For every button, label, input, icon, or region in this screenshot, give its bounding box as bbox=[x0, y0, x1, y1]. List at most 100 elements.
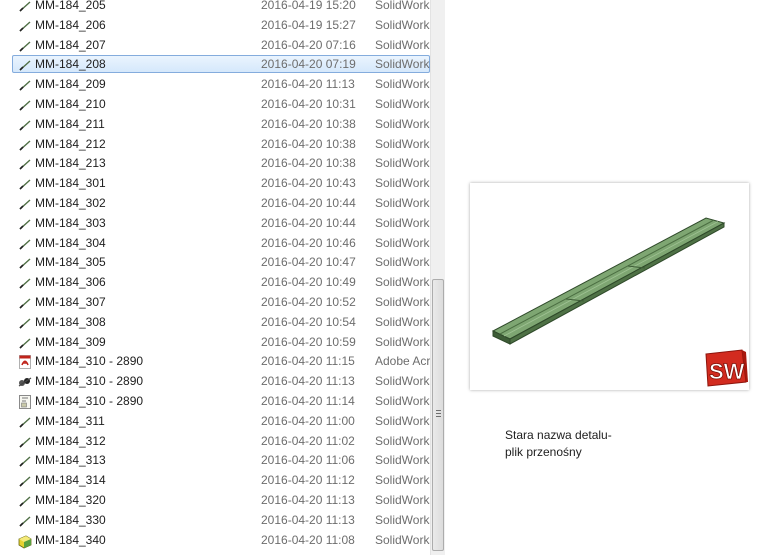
file-row[interactable]: MM-184_304 2016-04-20 10:46 SolidWorks bbox=[12, 234, 430, 252]
file-name: MM-184_206 bbox=[35, 17, 106, 32]
file-row[interactable]: MM-184_302 2016-04-20 10:44 SolidWorks bbox=[12, 194, 430, 212]
solidworks-part-icon bbox=[17, 513, 33, 529]
file-row[interactable]: MM-184_330 2016-04-20 11:13 SolidWorks bbox=[12, 511, 430, 529]
preview-pane: SW bbox=[470, 183, 749, 390]
file-type: SolidWorks bbox=[375, 453, 430, 468]
file-date-modified: 2016-04-20 07:19 bbox=[261, 57, 356, 72]
file-name: MM-184_310 - 2890 bbox=[35, 394, 144, 408]
solidworks-logo-icon: SW bbox=[705, 349, 748, 387]
file-type: SolidWorks bbox=[375, 0, 430, 12]
file-name: MM-184_311 bbox=[35, 413, 105, 428]
file-row[interactable]: MM-184_340 2016-04-20 11:08 SolidWorks bbox=[12, 531, 430, 549]
file-type: SolidWorks bbox=[375, 275, 430, 290]
file-row[interactable]: MM-184_301 2016-04-20 10:43 SolidWorks bbox=[12, 174, 430, 192]
file-list[interactable]: MM-184_205 2016-04-19 15:20 SolidWorks MM-1… bbox=[0, 0, 430, 555]
file-date-modified: 2016-04-20 11:13 bbox=[261, 374, 355, 389]
solidworks-part-icon bbox=[17, 196, 33, 212]
file-row[interactable]: MM-184_206 2016-04-19 15:27 SolidWorks bbox=[12, 16, 430, 34]
file-row[interactable]: MM-184_213 2016-04-20 10:38 SolidWorks bbox=[12, 154, 430, 172]
file-type: SolidWorks bbox=[375, 17, 430, 32]
file-name: MM-184_309 bbox=[35, 334, 106, 349]
file-name: MM-184_304 bbox=[35, 235, 106, 250]
file-date-modified: 2016-04-20 07:16 bbox=[261, 37, 356, 52]
solidworks-part-icon bbox=[17, 77, 33, 93]
preview-caption-line-1: Stara nazwa detalu- bbox=[505, 428, 612, 442]
file-row[interactable]: MM-184_313 2016-04-20 11:06 SolidWorks bbox=[12, 451, 430, 469]
file-row[interactable]: MM-184_207 2016-04-20 07:16 SolidWorks bbox=[12, 36, 430, 54]
file-row[interactable]: MM-184_312 2016-04-20 11:02 SolidWorks bbox=[12, 432, 430, 450]
file-row[interactable]: MM-184_208 2016-04-20 07:19 SolidWorks bbox=[12, 55, 430, 74]
file-row[interactable]: MM-184_211 2016-04-20 10:38 SolidWorks bbox=[12, 115, 430, 133]
solidworks-logo-text: SW bbox=[709, 359, 745, 384]
file-date-modified: 2016-04-20 11:08 bbox=[261, 532, 355, 547]
file-type: SolidWorks bbox=[375, 116, 430, 131]
file-row[interactable]: MM-184_306 2016-04-20 10:49 SolidWorks bbox=[12, 273, 430, 291]
file-date-modified: 2016-04-20 10:54 bbox=[261, 314, 356, 329]
file-type: SolidWorks bbox=[375, 433, 430, 448]
file-type: SolidWorks bbox=[375, 295, 430, 309]
file-row[interactable]: MM-184_309 2016-04-20 10:59 SolidWorks bbox=[12, 333, 430, 351]
file-date-modified: 2016-04-20 11:13 bbox=[261, 493, 355, 507]
part-preview-model bbox=[491, 217, 726, 345]
file-type: SolidWorks bbox=[375, 176, 430, 191]
solidworks-part-icon bbox=[17, 97, 33, 113]
file-name: MM-184_308 bbox=[35, 314, 106, 329]
file-row[interactable]: MM-184_310 - 2890 2016-04-20 11:14 SolidWo… bbox=[12, 392, 430, 410]
file-name: MM-184_211 bbox=[35, 116, 105, 131]
scrollbar-grip-icon bbox=[436, 410, 441, 418]
file-row[interactable]: MM-184_212 2016-04-20 10:38 SolidWorks bbox=[12, 135, 430, 153]
solidworks-part-icon bbox=[17, 453, 33, 469]
solidworks-part-icon bbox=[17, 236, 33, 252]
file-date-modified: 2016-04-19 15:20 bbox=[261, 0, 356, 12]
file-date-modified: 2016-04-20 10:49 bbox=[261, 275, 356, 290]
file-row[interactable]: MM-184_209 2016-04-20 11:13 SolidWorks bbox=[12, 75, 430, 93]
file-row[interactable]: MM-184_210 2016-04-20 10:31 SolidWorks bbox=[12, 95, 430, 113]
file-date-modified: 2016-04-20 10:38 bbox=[261, 156, 356, 171]
file-date-modified: 2016-04-20 10:52 bbox=[261, 295, 356, 309]
preview-caption: Stara nazwa detalu- plik przenośny bbox=[505, 427, 612, 461]
file-name: MM-184_312 bbox=[35, 433, 106, 448]
scrollbar-thumb[interactable] bbox=[432, 279, 444, 551]
file-name: MM-184_330 bbox=[35, 512, 106, 527]
file-date-modified: 2016-04-20 10:31 bbox=[261, 97, 356, 111]
file-row[interactable]: MM-184_314 2016-04-20 11:12 SolidWorks bbox=[12, 471, 430, 489]
solidworks-part-icon bbox=[17, 117, 33, 133]
file-row[interactable]: MM-184_305 2016-04-20 10:47 SolidWorks bbox=[12, 253, 430, 271]
file-row[interactable]: MM-184_311 2016-04-20 11:00 SolidWorks bbox=[12, 412, 430, 430]
solidworks-part-icon bbox=[17, 335, 33, 351]
solidworks-part-icon bbox=[17, 0, 33, 14]
file-type: SolidWorks bbox=[375, 493, 430, 507]
file-type: SolidWorks bbox=[375, 255, 430, 270]
vertical-scrollbar[interactable] bbox=[430, 0, 445, 555]
file-date-modified: 2016-04-20 10:43 bbox=[261, 176, 356, 191]
file-name: MM-184_306 bbox=[35, 275, 106, 290]
file-type: SolidWorks bbox=[375, 473, 430, 488]
file-name: MM-184_207 bbox=[35, 37, 106, 52]
file-type: SolidWorks bbox=[375, 97, 430, 111]
file-date-modified: 2016-04-20 11:12 bbox=[261, 473, 355, 488]
file-row[interactable]: MM-184_310 - 2890 2016-04-20 11:13 SolidWo… bbox=[12, 372, 430, 390]
file-row[interactable]: MM-184_308 2016-04-20 10:54 SolidWorks bbox=[12, 313, 430, 331]
file-type: SolidWorks bbox=[375, 37, 430, 52]
file-name: MM-184_310 - 2890 bbox=[35, 374, 144, 389]
file-name: MM-184_205 bbox=[35, 0, 106, 12]
file-date-modified: 2016-04-20 11:06 bbox=[261, 453, 355, 468]
file-date-modified: 2016-04-20 11:14 bbox=[261, 394, 355, 408]
file-row[interactable]: MM-184_205 2016-04-19 15:20 SolidWorks bbox=[12, 0, 430, 14]
file-row[interactable]: MM-184_320 2016-04-20 11:13 SolidWorks bbox=[12, 491, 430, 509]
file-name: MM-184_212 bbox=[35, 136, 106, 151]
file-date-modified: 2016-04-20 11:13 bbox=[261, 77, 355, 92]
file-type: SolidWorks bbox=[375, 156, 430, 171]
file-row[interactable]: MM-184_303 2016-04-20 10:44 SolidWorks bbox=[12, 214, 430, 232]
file-type: SolidWorks bbox=[375, 136, 430, 151]
file-date-modified: 2016-04-20 11:15 bbox=[261, 354, 355, 369]
file-name: MM-184_213 bbox=[35, 156, 106, 171]
file-type: SolidWorks bbox=[375, 235, 430, 250]
file-type: SolidWorks bbox=[375, 374, 430, 389]
file-row[interactable]: MM-184_307 2016-04-20 10:52 SolidWorks bbox=[12, 293, 430, 311]
file-date-modified: 2016-04-20 11:00 bbox=[261, 413, 355, 428]
file-row[interactable]: MM-184_310 - 2890 2016-04-20 11:15 Adobe A… bbox=[12, 352, 430, 370]
solidworks-drawing-icon bbox=[17, 394, 33, 410]
file-type: SolidWorks bbox=[375, 77, 430, 92]
file-date-modified: 2016-04-20 11:13 bbox=[261, 512, 355, 527]
